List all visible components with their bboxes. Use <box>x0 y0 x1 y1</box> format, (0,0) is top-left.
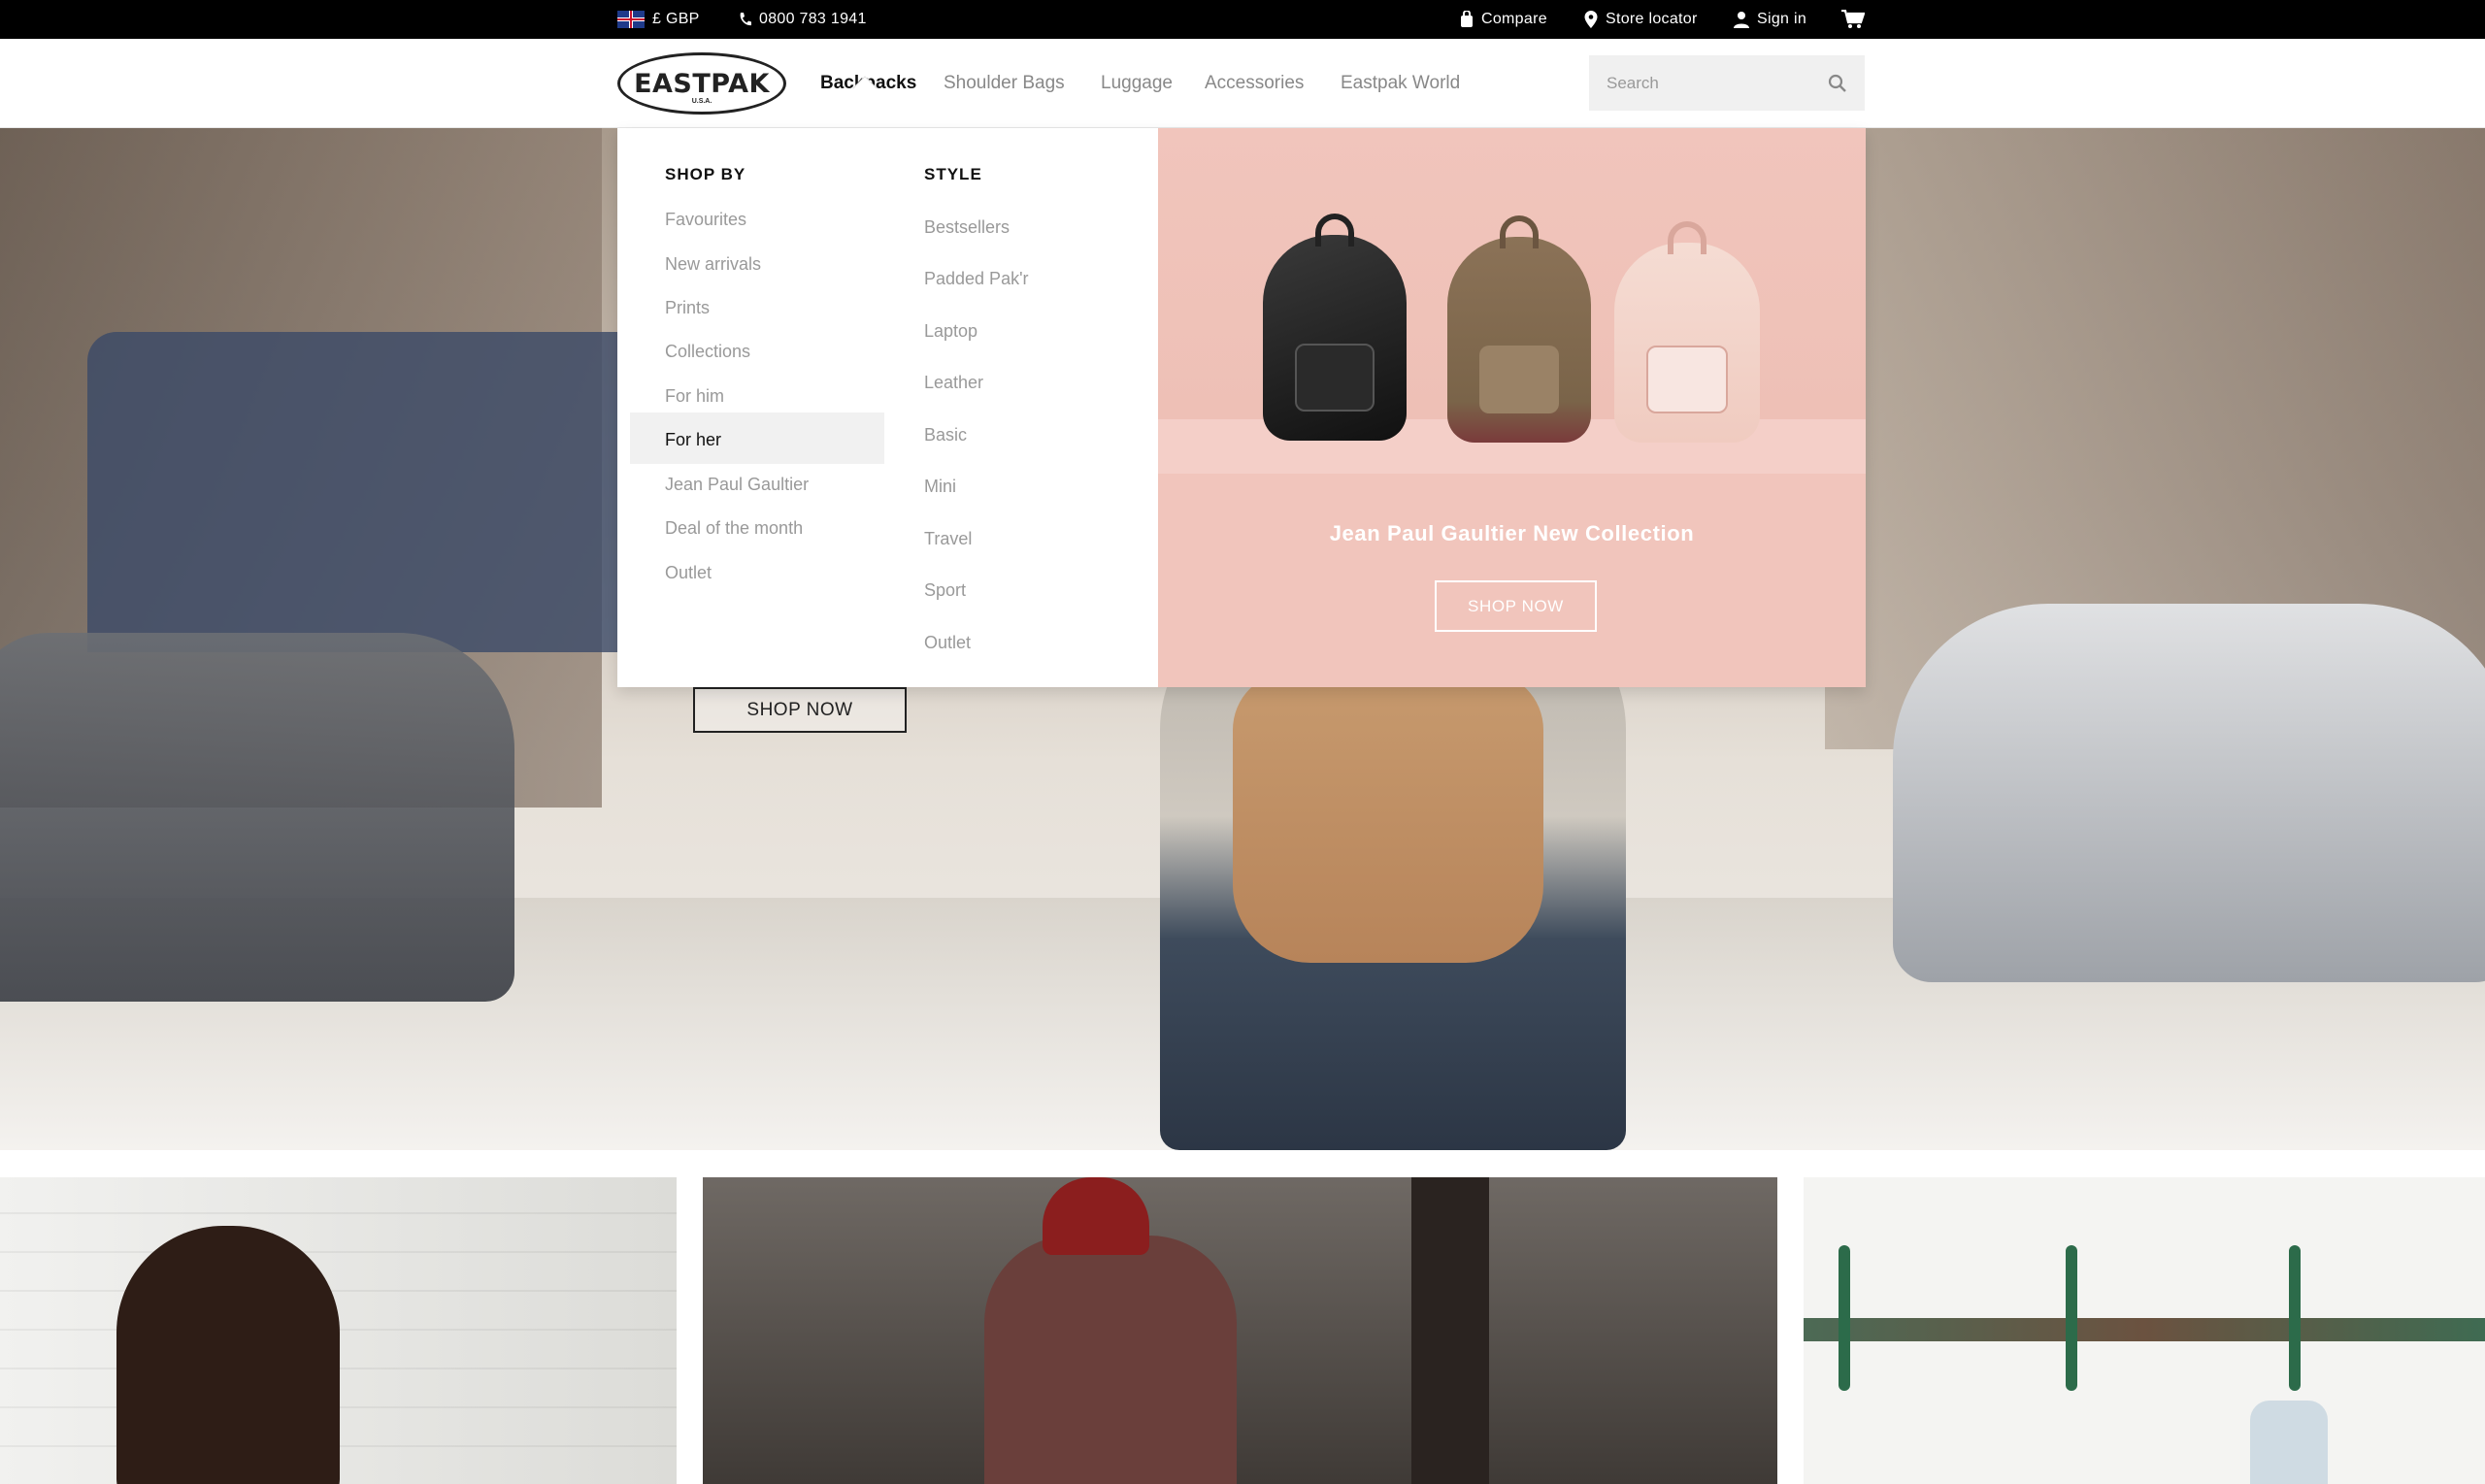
menu-link-for-her[interactable]: For her <box>665 430 721 450</box>
sign-in-label: Sign in <box>1757 11 1807 27</box>
cart-icon <box>1841 10 1865 28</box>
menu-link-outlet[interactable]: Outlet <box>665 563 712 583</box>
red-beanie-image <box>1043 1177 1149 1255</box>
khaki-backpack-image <box>1447 215 1591 443</box>
uk-flag-icon <box>617 11 645 28</box>
hero-car-left <box>0 633 514 1002</box>
top-bar: £ GBP 0800 783 1941 Compare Store locato… <box>0 0 2485 39</box>
search-icon[interactable] <box>1828 74 1847 93</box>
pole-image <box>1411 1177 1489 1484</box>
phone-icon <box>740 13 751 26</box>
menu-link-deal-of-the-month[interactable]: Deal of the month <box>665 518 803 539</box>
currency-label: £ GBP <box>652 11 700 27</box>
bag-pocket <box>1646 346 1728 413</box>
nav-shoulder-bags[interactable]: Shoulder Bags <box>944 39 1065 128</box>
main-header: EASTPAK U.S.A. Backpacks Shoulder Bags L… <box>0 39 2485 128</box>
bag-handle <box>1668 221 1706 254</box>
style-link-basic[interactable]: Basic <box>924 425 967 445</box>
hero-van <box>87 332 670 652</box>
style-link-travel[interactable]: Travel <box>924 529 972 549</box>
menu-link-new-arrivals[interactable]: New arrivals <box>665 254 761 275</box>
bag-pocket <box>1294 344 1375 412</box>
category-tile-woman[interactable] <box>0 1177 677 1484</box>
hook-image <box>2289 1245 2301 1391</box>
style-link-mini[interactable]: Mini <box>924 477 956 497</box>
menu-link-for-him[interactable]: For him <box>665 386 724 407</box>
user-icon <box>1734 12 1749 28</box>
compare-link[interactable]: Compare <box>1460 0 1547 39</box>
promo-panel[interactable]: Jean Paul Gaultier New Collection SHOP N… <box>1158 128 1866 687</box>
man-image <box>984 1236 1237 1484</box>
logo-text: EASTPAK <box>634 68 770 99</box>
nav-eastpak-world[interactable]: Eastpak World <box>1341 39 1460 128</box>
bag-handle <box>1315 214 1354 247</box>
style-title: STYLE <box>924 165 982 183</box>
style-link-leather[interactable]: Leather <box>924 373 983 393</box>
hero-shop-now-button[interactable]: SHOP NOW <box>693 687 907 733</box>
search-box <box>1589 55 1865 111</box>
coat-rack-image <box>1804 1318 2485 1341</box>
category-tile-cyclist[interactable] <box>703 1177 1777 1484</box>
style-link-sport[interactable]: Sport <box>924 580 966 601</box>
location-pin-icon <box>1584 11 1598 28</box>
bag-handle <box>1500 215 1539 248</box>
woman-image <box>116 1226 340 1484</box>
search-input[interactable] <box>1607 73 1828 93</box>
nav-luggage[interactable]: Luggage <box>1101 39 1173 128</box>
shop-by-title: SHOP BY <box>665 165 746 183</box>
promo-title: Jean Paul Gaultier New Collection <box>1329 521 1695 545</box>
style-link-laptop[interactable]: Laptop <box>924 321 977 342</box>
currency-selector[interactable]: £ GBP <box>617 0 700 39</box>
menu-link-favourites[interactable]: Favourites <box>665 210 746 230</box>
cart-button[interactable] <box>1841 0 1865 39</box>
compare-label: Compare <box>1481 11 1547 27</box>
bag-pocket <box>1478 346 1560 413</box>
menu-link-collections[interactable]: Collections <box>665 342 750 362</box>
backpacks-mega-menu: SHOP BY Favourites New arrivals Prints C… <box>617 128 1866 687</box>
style-link-outlet[interactable]: Outlet <box>924 633 971 653</box>
promo-shop-now-button[interactable]: SHOP NOW <box>1435 580 1597 632</box>
style-link-bestsellers[interactable]: Bestsellers <box>924 217 1010 238</box>
phone-number: 0800 783 1941 <box>759 11 867 27</box>
bag-icon <box>1461 11 1473 27</box>
black-backpack-image <box>1263 214 1407 441</box>
menu-link-prints[interactable]: Prints <box>665 298 710 318</box>
category-tile-hooks[interactable] <box>1804 1177 2485 1484</box>
hook-image <box>1839 1245 1850 1391</box>
sign-in-link[interactable]: Sign in <box>1734 0 1806 39</box>
hook-image <box>2066 1245 2077 1391</box>
hanging-bag-image <box>2250 1401 2328 1484</box>
phone-link[interactable]: 0800 783 1941 <box>738 0 867 39</box>
hero-backpack <box>1233 672 1543 963</box>
nav-accessories[interactable]: Accessories <box>1205 39 1304 128</box>
eastpak-logo[interactable]: EASTPAK U.S.A. <box>617 52 786 115</box>
logo-subtext: U.S.A. <box>691 98 712 105</box>
pink-backpack-image <box>1614 221 1760 443</box>
store-locator-label: Store locator <box>1606 11 1698 27</box>
menu-link-jean-paul-gaultier[interactable]: Jean Paul Gaultier <box>665 475 809 495</box>
hero-car-right <box>1893 604 2485 982</box>
store-locator-link[interactable]: Store locator <box>1584 0 1698 39</box>
style-link-padded-pakr[interactable]: Padded Pak'r <box>924 269 1029 289</box>
